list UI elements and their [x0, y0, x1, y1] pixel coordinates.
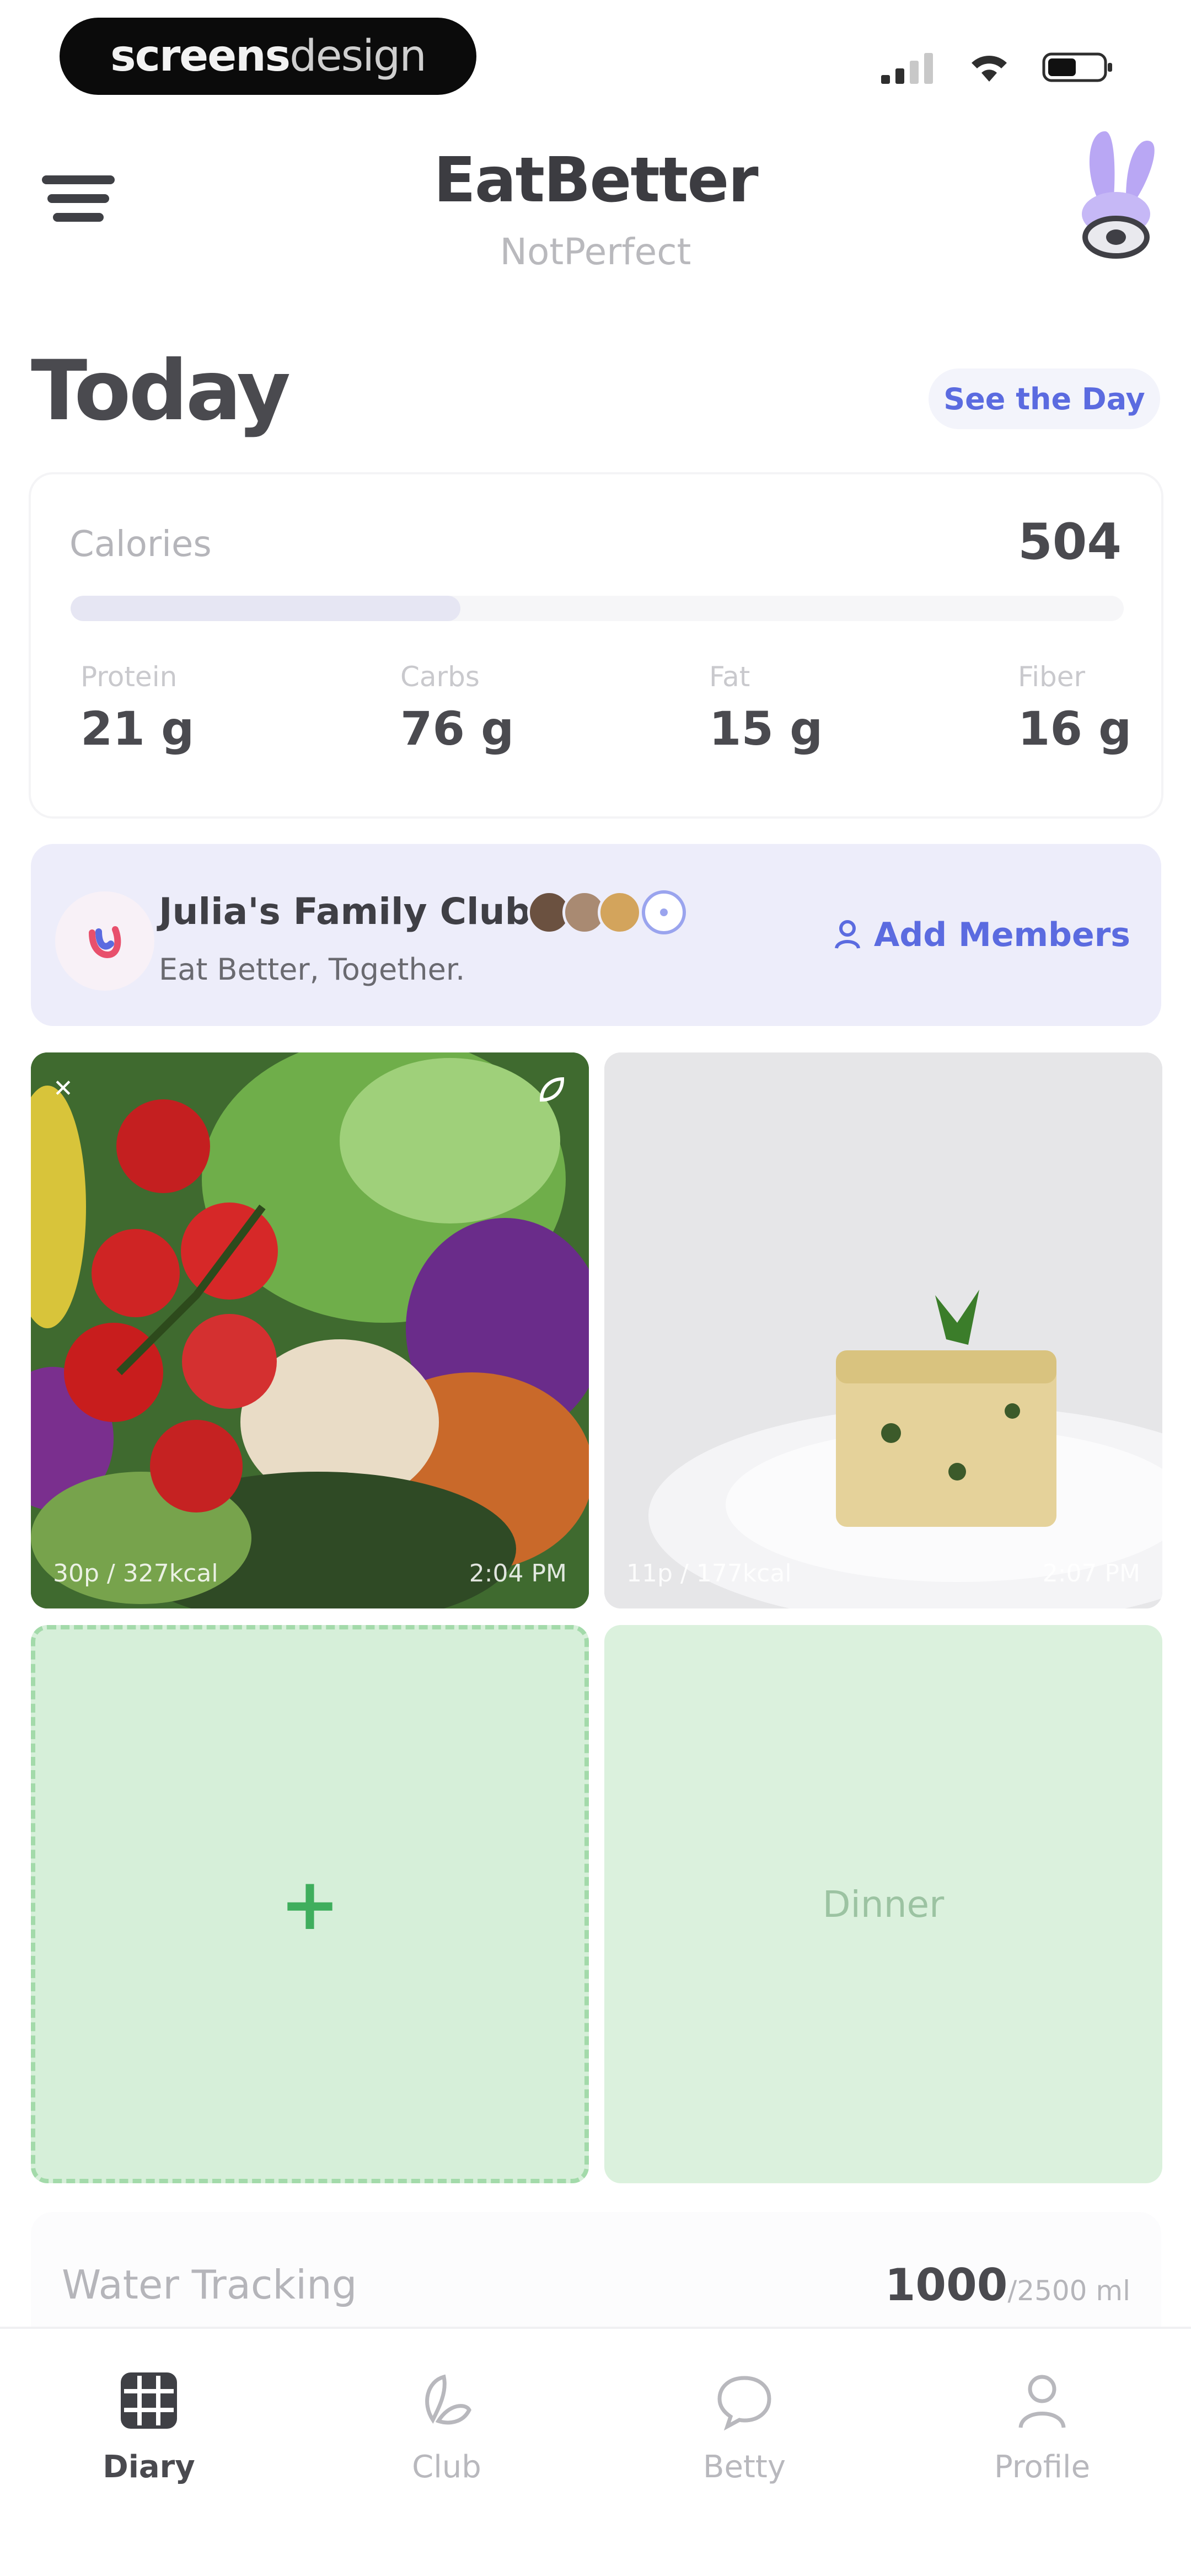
- macro-fat: Fat 15 g: [709, 661, 823, 756]
- macro-protein: Protein 21 g: [81, 661, 194, 756]
- meal-stats: 30p / 327kcal: [53, 1559, 218, 1588]
- calories-value: 504: [1018, 513, 1122, 571]
- macro-value: 16 g: [1018, 702, 1132, 756]
- family-club-card[interactable]: Julia's Family Club Eat Better, Together…: [31, 844, 1161, 1026]
- meal-time: 2:07 PM: [1042, 1559, 1140, 1588]
- see-the-day-button[interactable]: See the Day: [929, 368, 1160, 429]
- leaf-icon: [414, 2367, 480, 2434]
- calories-progress-bar: [71, 596, 1124, 621]
- app-title: EatBetter: [433, 145, 758, 216]
- tab-profile[interactable]: Profile: [893, 2367, 1191, 2485]
- app-subtitle: NotPerfect: [500, 231, 691, 273]
- bunny-mascot-icon[interactable]: [1061, 120, 1171, 264]
- dish-photo-image: [604, 1052, 1162, 1608]
- tab-bar: Diary Club Betty Profile: [0, 2327, 1191, 2576]
- tab-label: Betty: [703, 2449, 786, 2485]
- badge-text-light: design: [289, 31, 427, 81]
- meal-time: 2:04 PM: [469, 1559, 567, 1588]
- dinner-tile[interactable]: Dinner: [604, 1625, 1162, 2183]
- macro-label: Carbs: [400, 661, 480, 693]
- battery-icon: [1042, 52, 1112, 82]
- club-tagline: Eat Better, Together.: [159, 952, 465, 987]
- add-person-icon: [834, 920, 860, 949]
- macro-label: Protein: [81, 661, 178, 693]
- plus-icon: +: [280, 1862, 340, 1946]
- club-logo-icon: [55, 891, 154, 991]
- add-members-label: Add Members: [873, 916, 1130, 954]
- macro-carbs: Carbs 76 g: [400, 661, 514, 756]
- wifi-icon: [972, 56, 1007, 82]
- screensdesign-badge: screens design: [60, 18, 476, 95]
- water-value: 1000/2500 ml: [885, 2259, 1130, 2311]
- tab-betty[interactable]: Betty: [596, 2367, 893, 2485]
- chat-bubble-icon: [711, 2367, 777, 2434]
- meal-stats: 11p / 177kcal: [626, 1559, 792, 1588]
- macro-fiber: Fiber 16 g: [1018, 661, 1131, 756]
- meal-tile-dish[interactable]: 11p / 177kcal 2:07 PM: [604, 1052, 1162, 1608]
- water-label: Water Tracking: [62, 2262, 357, 2308]
- calories-label: Calories: [69, 524, 212, 565]
- more-members-icon[interactable]: [642, 890, 686, 934]
- add-members-button[interactable]: Add Members: [833, 916, 1130, 954]
- tab-diary[interactable]: Diary: [0, 2367, 298, 2485]
- today-title: Today: [31, 343, 291, 439]
- tab-club[interactable]: Club: [298, 2367, 596, 2485]
- water-goal: /2500 ml: [1007, 2275, 1130, 2307]
- calories-card[interactable]: Calories 504 Protein 21 g Carbs 76 g Fat…: [31, 474, 1161, 816]
- salad-photo-image: [31, 1052, 589, 1608]
- grid-icon: [116, 2367, 182, 2434]
- club-logo-mark-icon: [89, 926, 121, 959]
- tab-label: Club: [412, 2449, 481, 2485]
- club-name: Julia's Family Club: [159, 890, 531, 933]
- tab-label: Profile: [994, 2449, 1091, 2485]
- macro-value: 76 g: [400, 702, 514, 756]
- calories-progress-fill: [71, 596, 460, 621]
- person-icon: [1009, 2367, 1075, 2434]
- status-icons: [881, 45, 1114, 89]
- close-icon[interactable]: ✕: [53, 1075, 81, 1103]
- tab-label: Diary: [103, 2449, 195, 2485]
- cellular-icon: [881, 53, 933, 84]
- macro-label: Fat: [709, 661, 750, 693]
- avatar: [598, 890, 642, 934]
- dinner-label: Dinner: [822, 1883, 945, 1926]
- macro-value: 21 g: [81, 702, 195, 756]
- meal-tile-salad[interactable]: 30p / 327kcal 2:04 PM ✕: [31, 1052, 589, 1608]
- macro-value: 15 g: [709, 702, 823, 756]
- badge-text-bold: screens: [110, 31, 291, 81]
- add-meal-tile[interactable]: +: [31, 1625, 589, 2183]
- water-amount: 1000: [884, 2259, 1008, 2311]
- leaf-icon[interactable]: [536, 1075, 567, 1105]
- macro-label: Fiber: [1018, 661, 1086, 693]
- member-avatars[interactable]: [527, 890, 686, 934]
